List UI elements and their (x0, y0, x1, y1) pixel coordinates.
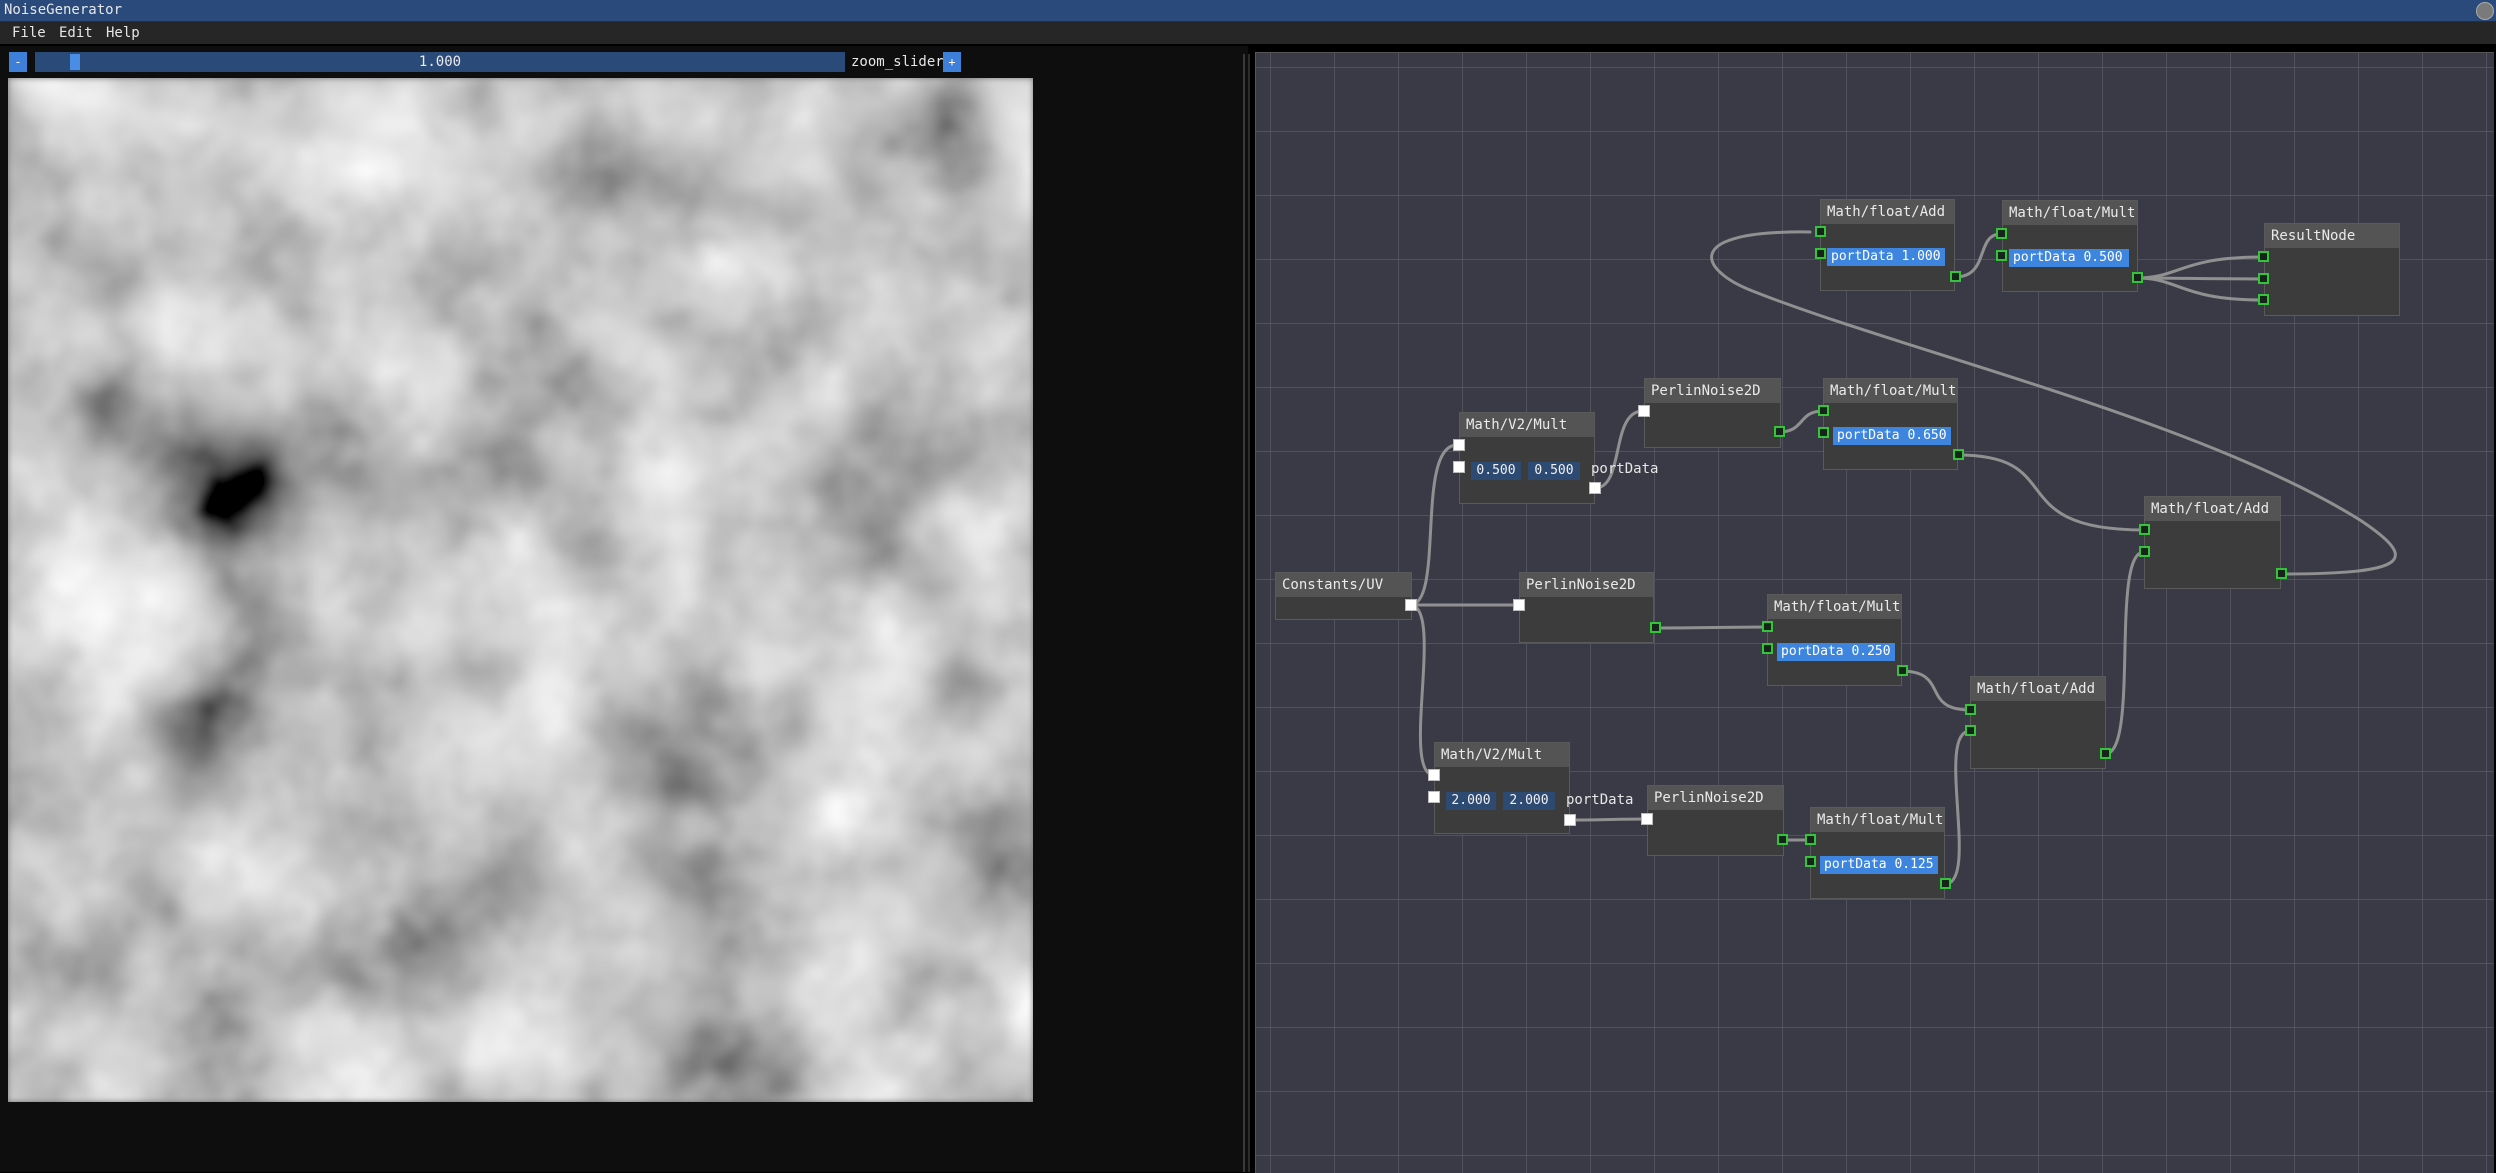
port-in[interactable] (1818, 427, 1829, 438)
node-v2-mult-a[interactable]: Math/V2/Mult 0.500 0.500 (1459, 412, 1595, 504)
node-float-mult-025[interactable]: Math/float/Mult portData 0.250 (1767, 594, 1902, 686)
node-constants-uv[interactable]: Constants/UV (1275, 572, 1412, 620)
port-in[interactable] (1762, 643, 1773, 654)
port-in[interactable] (2139, 524, 2150, 535)
zoom-slider-label: zoom_slider (851, 54, 944, 70)
port-in[interactable] (1513, 599, 1525, 611)
port-in[interactable] (1428, 769, 1440, 781)
port-out[interactable] (1777, 834, 1788, 845)
node-float-mult-top[interactable]: Math/float/Mult portData 0.500 (2002, 200, 2138, 292)
port-in[interactable] (2139, 546, 2150, 557)
port-label: portData (1566, 792, 1634, 808)
zoom-out-button[interactable]: - (9, 52, 27, 72)
node-perlin-noise-c[interactable]: PerlinNoise2D (1647, 785, 1784, 856)
port-in[interactable] (1818, 405, 1829, 416)
node-float-add-mid[interactable]: Math/float/Add (2144, 496, 2281, 589)
node-title: Math/float/Mult (1811, 808, 1944, 832)
node-title: Math/float/Add (2145, 497, 2280, 521)
port-data-field[interactable]: portData 1.000 (1827, 248, 1945, 266)
port-out[interactable] (1774, 426, 1785, 437)
port-label: portData (1591, 461, 1659, 477)
node-title: Math/float/Mult (2003, 201, 2137, 225)
node-perlin-noise-b[interactable]: PerlinNoise2D (1519, 572, 1654, 643)
port-in[interactable] (1805, 834, 1816, 845)
port-in[interactable] (1815, 248, 1826, 259)
node-title: Math/float/Add (1821, 200, 1954, 224)
port-in[interactable] (1638, 405, 1650, 417)
port-data-field[interactable]: portData 0.650 (1833, 427, 1951, 445)
port-out[interactable] (2132, 272, 2143, 283)
close-icon[interactable] (2476, 2, 2494, 20)
zoom-slider[interactable]: 1.000 (35, 52, 845, 72)
node-float-add-top[interactable]: Math/float/Add portData 1.000 (1820, 199, 1955, 291)
node-title: PerlinNoise2D (1648, 786, 1783, 810)
node-float-mult-0125[interactable]: Math/float/Mult portData 0.125 (1810, 807, 1945, 899)
window-title: NoiseGenerator (4, 2, 123, 18)
port-out[interactable] (1950, 271, 1961, 282)
node-title: PerlinNoise2D (1645, 379, 1780, 403)
port-in[interactable] (1428, 791, 1440, 803)
window-titlebar: NoiseGenerator (0, 0, 2496, 22)
zoom-in-button[interactable]: + (943, 52, 961, 72)
menu-bar: File Edit Help (0, 22, 2496, 44)
node-title: PerlinNoise2D (1520, 573, 1653, 597)
port-out[interactable] (1564, 814, 1576, 826)
pane-splitter[interactable] (1243, 54, 1245, 1172)
port-in[interactable] (1965, 725, 1976, 736)
pane-splitter-edge (1248, 54, 1250, 1172)
input-x[interactable]: 2.000 (1446, 792, 1496, 810)
port-in[interactable] (1805, 856, 1816, 867)
node-perlin-noise-a[interactable]: PerlinNoise2D (1644, 378, 1781, 448)
menu-edit[interactable]: Edit (59, 25, 93, 41)
port-data-field[interactable]: portData 0.500 (2009, 249, 2129, 267)
port-uv-out[interactable] (1405, 599, 1417, 611)
input-y[interactable]: 2.000 (1503, 792, 1555, 810)
node-title: Math/float/Mult (1824, 379, 1957, 403)
port-in[interactable] (1996, 250, 2007, 261)
port-in[interactable] (1996, 228, 2007, 239)
input-x[interactable]: 0.500 (1471, 462, 1521, 480)
zoom-value: 1.000 (418, 54, 462, 70)
port-data-field[interactable]: portData 0.250 (1777, 643, 1895, 661)
node-title: Constants/UV (1276, 573, 1411, 597)
port-data-field[interactable]: portData 0.125 (1820, 856, 1938, 874)
noise-preview-image (8, 78, 1033, 1102)
port-out[interactable] (1940, 878, 1951, 889)
node-float-mult-065[interactable]: Math/float/Mult portData 0.650 (1823, 378, 1958, 470)
menu-help[interactable]: Help (106, 25, 140, 41)
port-out[interactable] (1953, 449, 1964, 460)
node-title: Math/float/Add (1971, 677, 2105, 701)
node-v2-mult-b[interactable]: Math/V2/Mult 2.000 2.000 (1434, 742, 1570, 834)
port-in[interactable] (1762, 621, 1773, 632)
port-out[interactable] (2100, 748, 2111, 759)
port-in[interactable] (1641, 813, 1653, 825)
input-y[interactable]: 0.500 (1528, 462, 1580, 480)
port-out[interactable] (1650, 622, 1661, 633)
port-in[interactable] (2258, 273, 2269, 284)
port-in[interactable] (1815, 226, 1826, 237)
port-out[interactable] (1589, 482, 1601, 494)
port-in[interactable] (2258, 251, 2269, 262)
node-title: Math/V2/Mult (1435, 743, 1569, 767)
port-in[interactable] (1453, 461, 1465, 473)
port-out[interactable] (1897, 665, 1908, 676)
menu-file[interactable]: File (12, 25, 46, 41)
node-title: Math/float/Mult (1768, 595, 1901, 619)
port-in[interactable] (1965, 704, 1976, 715)
port-in[interactable] (2258, 294, 2269, 305)
port-in[interactable] (1453, 439, 1465, 451)
port-out[interactable] (2276, 568, 2287, 579)
node-title: Math/V2/Mult (1460, 413, 1594, 437)
node-result[interactable]: ResultNode (2264, 223, 2400, 316)
node-float-add-low[interactable]: Math/float/Add (1970, 676, 2106, 769)
node-title: ResultNode (2265, 224, 2399, 248)
